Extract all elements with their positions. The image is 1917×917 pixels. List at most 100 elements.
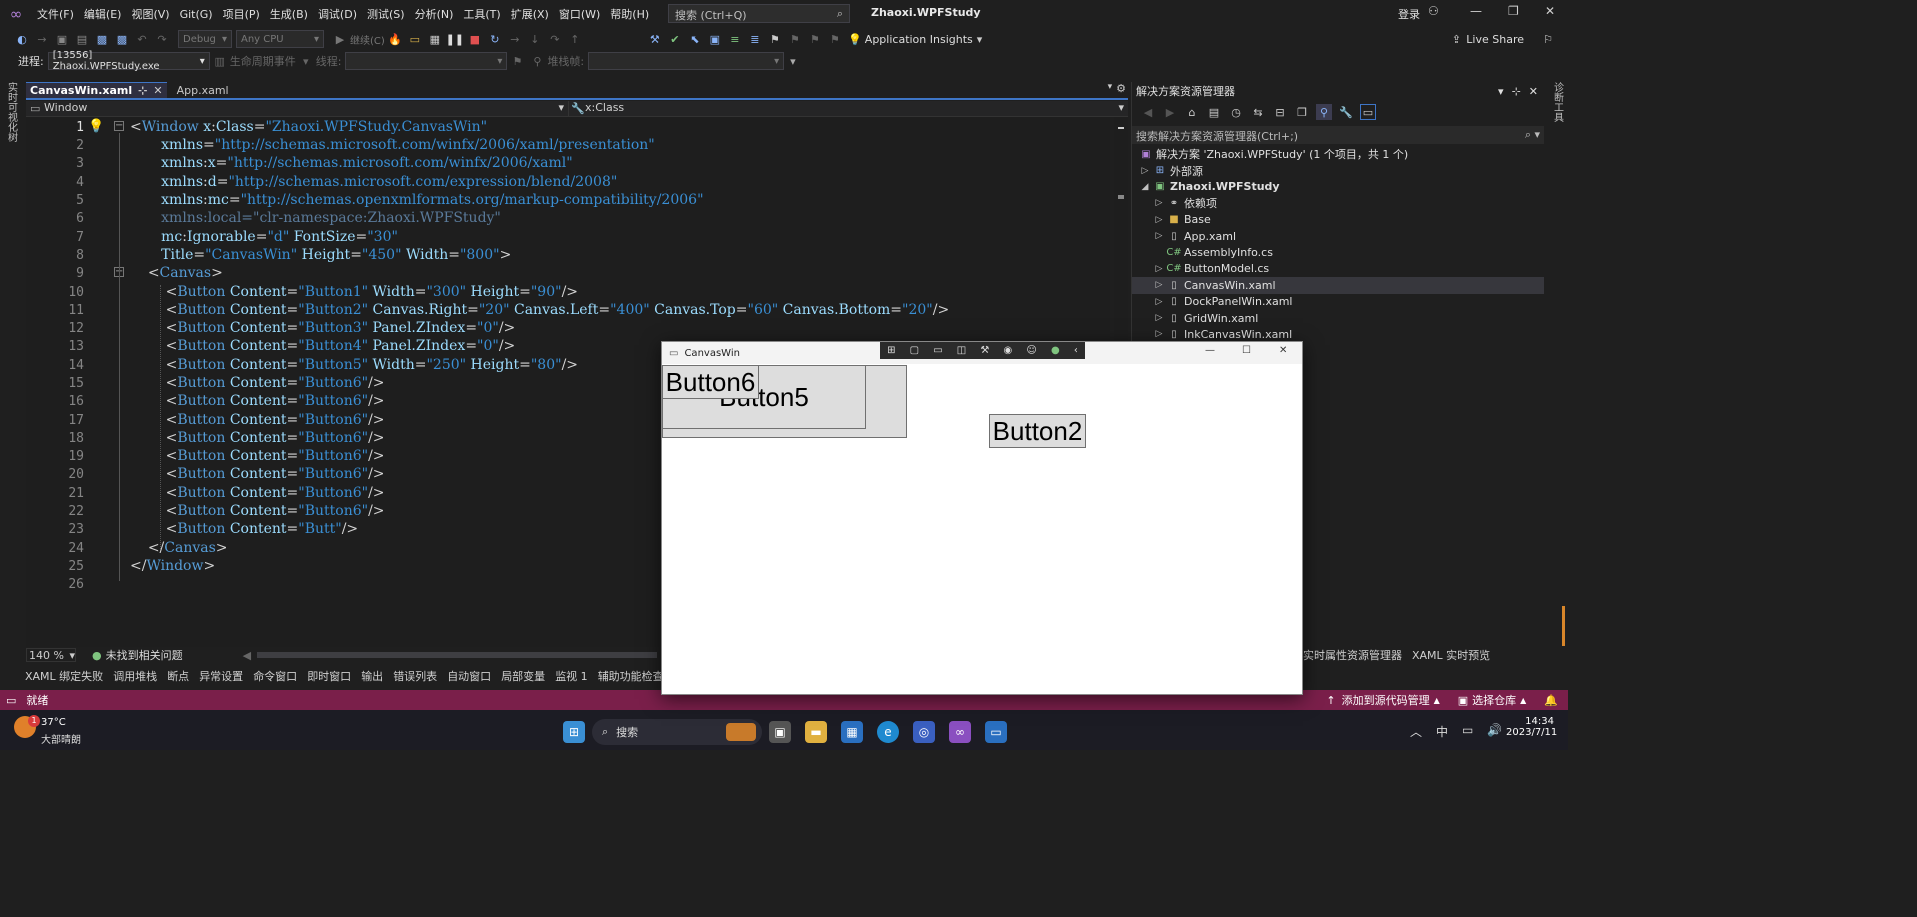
expand-icon[interactable]: ▷ [1152,297,1166,307]
config-dropdown[interactable]: Debug ▾ [178,30,232,48]
tab-live-property-explorer[interactable]: 实时属性资源管理器 [1303,647,1402,663]
bookmark-prev-icon[interactable]: ⚑ [787,31,803,47]
volume-icon[interactable]: 🔊 [1487,723,1502,740]
add-to-source-control-button[interactable]: 添加到源代码管理 [1342,692,1430,708]
display-adorners-icon[interactable]: ▭ [933,345,942,356]
save-all-icon[interactable]: ▩ [114,31,130,47]
back-icon[interactable]: ◀ [1140,104,1156,120]
network-icon[interactable]: ▭ [1462,723,1473,740]
tree-solution-root[interactable]: ▣ 解决方案 'Zhaoxi.WPFStudy' (1 个项目，共 1 个) [1132,146,1544,162]
track-focus-icon[interactable]: ◫ [957,345,966,356]
save-icon[interactable]: ▩ [94,31,110,47]
platform-dropdown[interactable]: Any CPU ▾ [236,30,324,48]
ime-indicator[interactable]: 中 [1436,723,1448,740]
menu-test[interactable]: 测试(S) [362,6,410,22]
tab-immediate-window[interactable]: 即时窗口 [302,668,356,684]
menu-view[interactable]: 视图(V) [126,6,174,22]
hot-reload-ok-icon[interactable]: ● [1051,345,1060,356]
menu-project[interactable]: 项目(P) [218,6,265,22]
forward-icon[interactable]: → [34,31,50,47]
thread-dropdown[interactable]: ▾ [345,52,508,70]
file-explorer-icon[interactable]: ▬ [805,721,827,743]
step-out-icon[interactable]: ↑ [567,31,583,47]
tree-item-gridwin[interactable]: ▷ ▯ GridWin.xaml [1132,310,1544,326]
close-icon[interactable]: ✕ [1545,4,1555,18]
fold-toggle-icon[interactable]: − [114,121,124,131]
stop-icon[interactable]: ■ [467,31,483,47]
tree-item-buttonmodel[interactable]: ▷ C# ButtonModel.cs [1132,261,1544,277]
live-visual-tree-tab[interactable]: 实时可视化树 [4,82,19,142]
type-dropdown[interactable]: ▭ Window ▾ [26,101,568,116]
lifecycle-icon[interactable]: ▥ [212,53,228,69]
tab-output[interactable]: 输出 [356,668,388,684]
app-icon[interactable]: ◎ [913,721,935,743]
task-view-icon[interactable]: ▣ [769,721,791,743]
pause-icon[interactable]: ❚❚ [446,31,464,47]
expand-icon[interactable]: ▷ [1152,198,1166,208]
expand-icon[interactable]: ▷ [1138,166,1152,176]
scroll-left-icon[interactable]: ◀ [243,649,251,662]
search-input[interactable]: 搜索 (Ctrl+Q) ⌕ [668,4,850,23]
weather-temp[interactable]: 37°C [41,717,66,728]
expand-icon[interactable]: ▷ [1152,231,1166,241]
close-icon[interactable]: ✕ [1279,345,1287,356]
expand-icon[interactable]: ▷ [1152,280,1166,290]
properties-icon[interactable]: 🔧 [1338,104,1354,120]
panel-menu-icon[interactable]: ▾ [1498,85,1504,98]
show-all-files-icon[interactable]: ❐ [1294,104,1310,120]
tab-watch-1[interactable]: 监视 1 [550,668,593,684]
solution-search-input[interactable]: 搜索解决方案资源管理器(Ctrl+;) ⌕ ▾ [1132,126,1544,144]
stack-frame-dropdown[interactable]: ▾ [588,52,785,70]
tab-overflow-icon[interactable]: ▾ [1108,82,1113,98]
application-insights-button[interactable]: Application Insights [865,33,973,46]
preview-icon[interactable]: ▭ [1360,104,1376,120]
forward-icon[interactable]: ▶ [1162,104,1178,120]
visual-studio-icon[interactable]: ∞ [949,721,971,743]
menu-tools[interactable]: 工具(T) [458,6,505,22]
hot-reload-check-icon[interactable]: ✔ [667,31,683,47]
back-icon[interactable]: ◐ [14,31,30,47]
login-link[interactable]: 登录 [1398,6,1420,22]
undo-icon[interactable]: ↶ [134,31,150,47]
xaml-tools-icon[interactable]: ⚒ [647,31,663,47]
wpf-app-icon[interactable]: ▭ [985,721,1007,743]
new-item-icon[interactable]: ▣ [54,31,70,47]
live-share-button[interactable]: Live Share [1466,33,1524,46]
select-element-icon[interactable]: ▢ [910,345,919,356]
bookmark-icon[interactable]: ⚑ [767,31,783,47]
button6[interactable]: Button6 [662,365,759,399]
maximize-icon[interactable]: ☐ [1242,345,1251,356]
menu-git[interactable]: Git(G) [175,8,218,21]
tree-item-dockpanelwin[interactable]: ▷ ▯ DockPanelWin.xaml [1132,294,1544,310]
tab-xaml-live-preview[interactable]: XAML 实时预览 [1412,647,1490,663]
output-icon[interactable]: ▭ [6,694,16,707]
collapse-toolbar-icon[interactable]: ‹ [1074,345,1078,356]
sync-icon[interactable]: ⇆ [1250,104,1266,120]
continue-label[interactable]: 继续(C) [350,32,385,47]
canvaswin-window[interactable]: ▭ CanvasWin ⊞ ▢ ▭ ◫ ⚒ ◉ ☺ ● ‹ — ☐ ✕ Butt… [661,341,1303,695]
tree-project[interactable]: ◢ ▣ Zhaoxi.WPFStudy [1132,179,1544,195]
account-icon[interactable]: ⚇ [1428,4,1439,18]
tab-call-stack[interactable]: 调用堆栈 [108,668,162,684]
lifecycle-dropdown-icon[interactable]: ▾ [298,53,314,69]
tab-xaml-binding-failures[interactable]: XAML 绑定失败 [20,668,108,684]
expand-icon[interactable]: ▷ [1152,215,1166,225]
tree-item-canvaswin[interactable]: ▷ ▯ CanvasWin.xaml [1132,277,1544,294]
history-icon[interactable]: ◷ [1228,104,1244,120]
bookmark-next-icon[interactable]: ⚑ [807,31,823,47]
binding-failures-icon[interactable]: ⚒ [980,345,989,356]
switch-views-icon[interactable]: ▤ [1206,104,1222,120]
go-to-live-tree-icon[interactable]: ⊞ [887,345,895,356]
tab-locals[interactable]: 局部变量 [496,668,550,684]
edge-icon[interactable]: e [877,721,899,743]
clock[interactable]: 14:34 2023/7/11 [1506,716,1557,738]
menu-file[interactable]: 文件(F) [32,6,79,22]
tree-item-app-xaml[interactable]: ▷ ▯ App.xaml [1132,228,1544,244]
flag-thread-icon[interactable]: ⚑ [509,53,525,69]
tab-command-window[interactable]: 命令窗口 [248,668,302,684]
layout-icon[interactable]: ▦ [427,31,443,47]
menu-edit[interactable]: 编辑(E) [79,6,127,22]
tab-exception-settings[interactable]: 异常设置 [194,668,248,684]
menu-build[interactable]: 生成(B) [265,6,313,22]
member-dropdown[interactable]: 🔧 x:Class ▾ [568,101,1128,116]
